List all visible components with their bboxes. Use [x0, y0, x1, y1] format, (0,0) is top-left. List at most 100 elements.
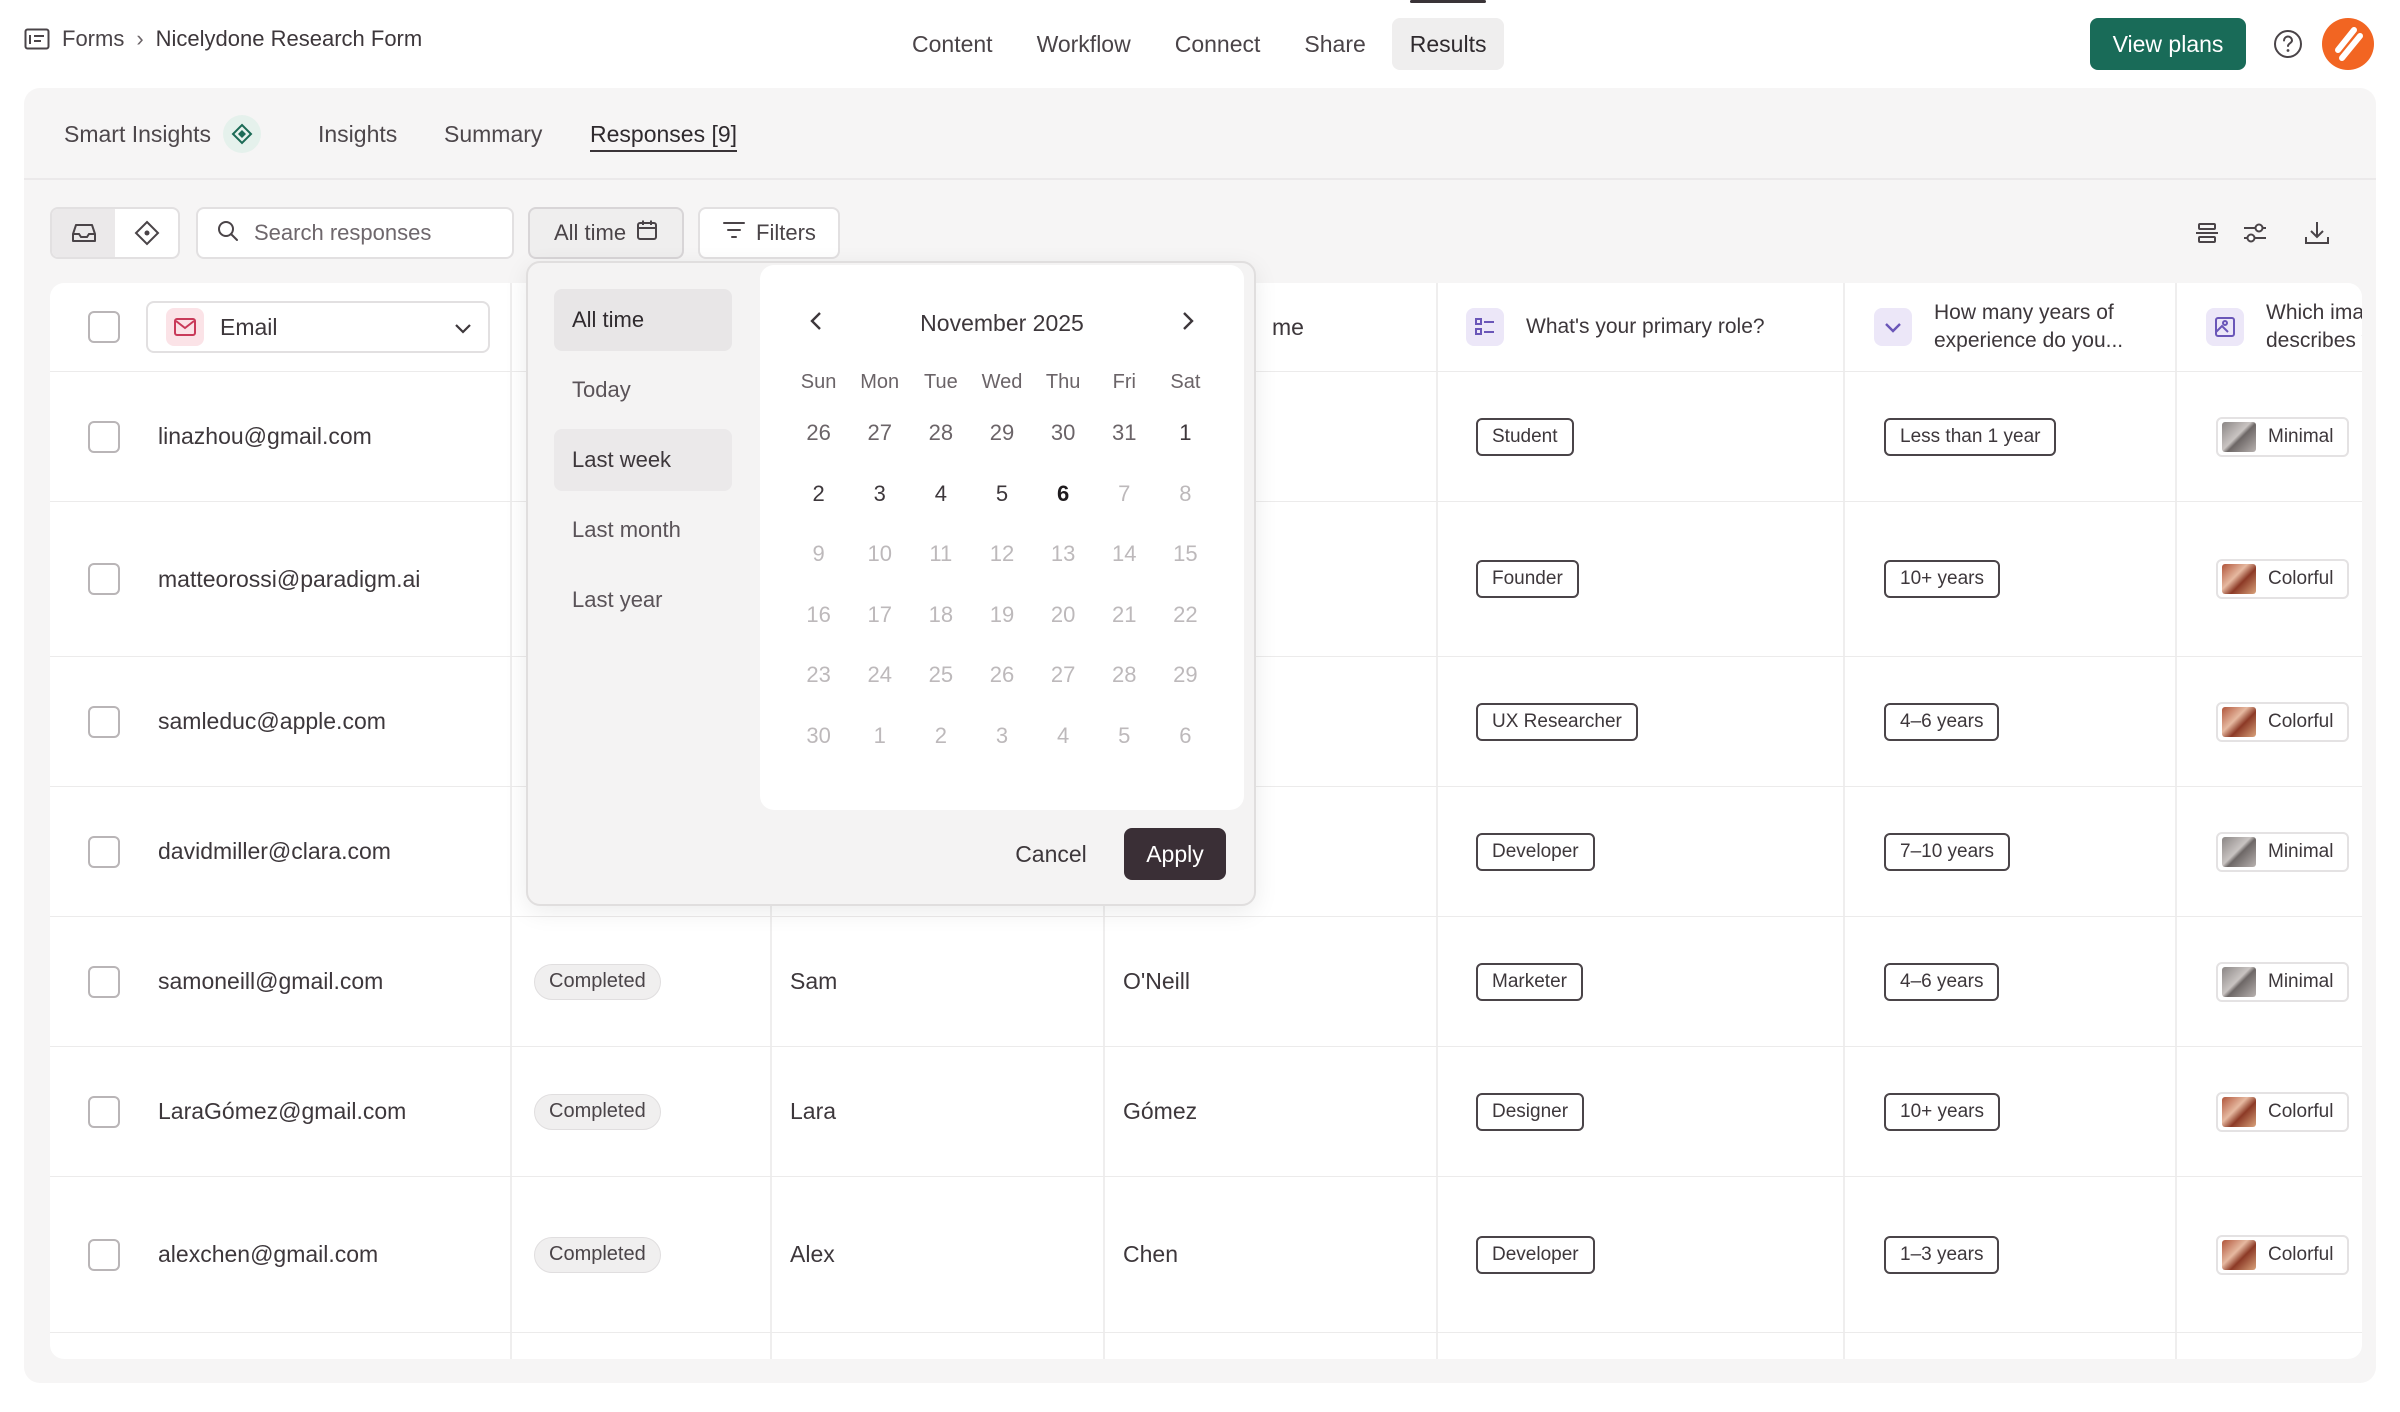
search-icon	[216, 219, 240, 248]
image-choice-label: Minimal	[2268, 425, 2334, 447]
calendar-day[interactable]: 3	[849, 464, 910, 525]
nav-results[interactable]: Results	[1391, 0, 1505, 70]
tab-insights[interactable]: Insights	[318, 88, 397, 180]
role-tag: Founder	[1476, 560, 1579, 598]
download-icon[interactable]	[2298, 214, 2336, 252]
help-icon[interactable]	[2272, 28, 2304, 65]
role-column-header[interactable]: What's your primary role?	[1466, 283, 1765, 371]
email-cell: LaraGómez@gmail.com	[158, 1098, 407, 1124]
weekday-label: Tue	[923, 370, 958, 393]
calendar-icon	[636, 219, 658, 247]
table-row[interactable]: LaraGómez@gmail.com Completed Lara Gómez…	[50, 1047, 2362, 1177]
calendar-day[interactable]: 30	[1033, 403, 1094, 464]
nav-workflow[interactable]: Workflow	[1019, 18, 1149, 70]
calendar-day[interactable]: 6	[1033, 464, 1094, 525]
nav-content[interactable]: Content	[894, 18, 1011, 70]
settings-sliders-icon[interactable]	[2236, 214, 2274, 252]
experience-tag: 10+ years	[1884, 560, 2000, 598]
image-choice-tag: Minimal	[2216, 416, 2350, 457]
cancel-button[interactable]: Cancel	[992, 828, 1110, 880]
brand-logo[interactable]	[2320, 16, 2376, 77]
calendar-day[interactable]: 27	[849, 403, 910, 464]
row-checkbox[interactable]	[88, 1238, 120, 1271]
apply-button[interactable]: Apply	[1124, 828, 1226, 880]
tab-summary[interactable]: Summary	[444, 88, 542, 180]
filters-label: Filters	[756, 220, 816, 245]
colorful-thumbnail	[2222, 706, 2256, 737]
calendar-day: 10	[867, 541, 892, 567]
calendar: November 2025 Sun Mon Tue Wed Thu Fri Sat 26 27 2…	[760, 265, 1244, 810]
search-input[interactable]	[254, 220, 494, 246]
breadcrumb-root[interactable]: Forms	[62, 26, 124, 52]
calendar-day[interactable]: 2	[788, 464, 849, 525]
last-name-cell: O'Neill	[1123, 968, 1191, 994]
calendar-day: 20	[1050, 601, 1076, 627]
minimal-thumbnail	[2222, 421, 2256, 452]
calendar-day: 9	[812, 541, 825, 567]
experience-tag: 4–6 years	[1884, 702, 2000, 741]
calendar-day: 5	[1118, 722, 1131, 748]
calendar-day: 28	[1112, 662, 1137, 688]
calendar-day[interactable]: 4	[910, 464, 971, 525]
experience-column-header[interactable]: How many years of experience do you...	[1874, 283, 2154, 371]
weekday-label: Wed	[981, 370, 1023, 393]
table-row[interactable]: samoneill@gmail.com Completed Sam O'Neil…	[50, 917, 2362, 1047]
preset-all-time[interactable]: All time	[554, 289, 732, 351]
calendar-day[interactable]: 31	[1094, 403, 1155, 464]
list-icon	[1466, 308, 1504, 346]
calendar-day: 8	[1179, 480, 1192, 506]
top-bar: Forms › Nicelydone Research Form Content…	[0, 0, 2400, 88]
image-choice-label: Colorful	[2268, 568, 2334, 589]
nav-connect[interactable]: Connect	[1157, 18, 1279, 70]
email-column-select[interactable]: Email	[146, 301, 490, 353]
preset-last-month[interactable]: Last month	[554, 499, 732, 561]
calendar-day: 19	[989, 601, 1015, 627]
preset-last-year[interactable]: Last year	[554, 569, 732, 631]
calendar-day: 1	[873, 722, 886, 748]
role-tag: Developer	[1476, 1235, 1595, 1274]
tab-smart-insights[interactable]: Smart Insights	[64, 88, 261, 180]
email-cell: samleduc@apple.com	[158, 708, 386, 734]
preset-last-week[interactable]: Last week	[554, 429, 732, 491]
calendar-day[interactable]: 26	[788, 403, 849, 464]
image-choice-label: Minimal	[2268, 970, 2334, 992]
row-checkbox[interactable]	[88, 965, 120, 998]
calendar-day: 17	[867, 601, 892, 627]
calendar-day[interactable]: 29	[971, 403, 1032, 464]
calendar-day[interactable]: 5	[971, 464, 1032, 525]
row-checkbox[interactable]	[88, 563, 120, 595]
insights-view-button[interactable]	[115, 209, 178, 257]
row-height-icon[interactable]	[2188, 214, 2226, 252]
row-checkbox[interactable]	[88, 420, 120, 453]
preset-today[interactable]: Today	[554, 359, 732, 421]
colorful-thumbnail	[2222, 1239, 2256, 1270]
last-name-header[interactable]: me	[1272, 283, 1304, 371]
role-tag: Marketer	[1476, 962, 1583, 1001]
row-checkbox[interactable]	[88, 1095, 120, 1128]
calendar-day: 12	[989, 541, 1015, 567]
top-nav: Content Workflow Connect Share Results	[894, 0, 1505, 70]
table-row[interactable]: alexchen@gmail.com Completed Alex Chen D…	[50, 1177, 2362, 1333]
image-choice-tag: Minimal	[2216, 961, 2350, 1002]
view-plans-button[interactable]: View plans	[2090, 18, 2246, 70]
minimal-thumbnail	[2222, 966, 2256, 997]
select-all-checkbox[interactable]	[88, 311, 120, 343]
row-checkbox[interactable]	[88, 705, 120, 738]
nav-share[interactable]: Share	[1286, 18, 1383, 70]
calendar-day[interactable]: 1	[1155, 403, 1216, 464]
filters-button[interactable]: Filters	[698, 207, 840, 259]
next-month-button[interactable]	[1170, 305, 1206, 341]
filter-icon	[722, 220, 746, 246]
calendar-day[interactable]: 28	[910, 403, 971, 464]
row-checkbox[interactable]	[88, 835, 120, 868]
image-choice-tag: Colorful	[2216, 701, 2350, 742]
image-choice-label: Colorful	[2268, 710, 2334, 732]
date-range-button[interactable]: All time	[528, 207, 684, 259]
calendar-day: 13	[1050, 541, 1076, 567]
inbox-view-button[interactable]	[52, 209, 115, 257]
search-responses[interactable]	[196, 207, 514, 259]
breadcrumb-current[interactable]: Nicelydone Research Form	[156, 26, 423, 52]
tab-responses[interactable]: Responses [9]	[590, 88, 738, 180]
image-column-header[interactable]: Which imag describes y	[2206, 283, 2362, 371]
colorful-thumbnail	[2222, 1096, 2256, 1127]
